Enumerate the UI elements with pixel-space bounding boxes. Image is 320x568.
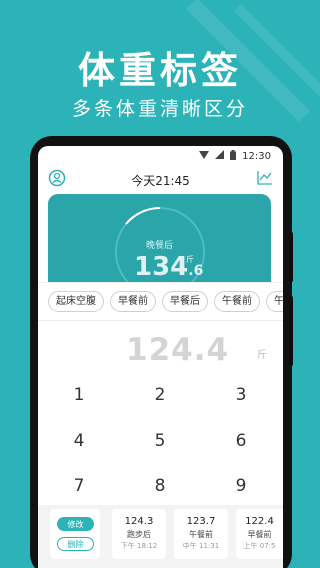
record-time: 上午 07:5 xyxy=(243,542,276,550)
card-weight-unit: 斤 xyxy=(186,255,194,264)
status-bar: 12:30 xyxy=(38,146,283,166)
delete-button[interactable]: 删除 xyxy=(57,537,94,551)
signal-icon xyxy=(215,150,225,162)
battery-icon xyxy=(230,149,237,163)
tag-chip[interactable]: 早餐后 xyxy=(162,291,208,312)
record-weight: 122.4 xyxy=(245,516,274,527)
record-weight: 124.3 xyxy=(124,516,154,527)
keypad-key-6[interactable]: 6 xyxy=(221,426,261,456)
record-meal: 早餐前 xyxy=(247,530,272,539)
record-meal: 午餐前 xyxy=(189,530,213,539)
tag-chip[interactable]: 午 xyxy=(266,291,283,312)
record-strip: 修改 删除 124.3 跑步后 下午 18:12 123.7 午餐前 中午 11… xyxy=(38,505,283,568)
status-time: 12:30 xyxy=(242,150,271,162)
keypad-key-9[interactable]: 9 xyxy=(221,471,261,501)
app-bar: 今天21:45 xyxy=(38,166,283,194)
card-meal-label: 晚餐后 xyxy=(145,241,173,251)
promo-title: 体重标签 xyxy=(78,49,242,92)
trend-icon[interactable] xyxy=(257,170,273,189)
tag-chip[interactable]: 起床空腹 xyxy=(48,291,104,312)
record-item[interactable]: 122.4 早餐前 上午 07:5 xyxy=(236,509,283,559)
keypad-key-8[interactable]: 8 xyxy=(140,471,180,501)
promo-subtitle: 多条体重清晰区分 xyxy=(71,98,248,120)
record-item[interactable]: 123.7 午餐前 中午 11:31 xyxy=(174,509,228,559)
weight-entry-unit: 斤 xyxy=(257,350,267,361)
record-weight: 123.7 xyxy=(186,516,216,527)
wifi-icon xyxy=(199,150,210,162)
divider xyxy=(38,320,283,321)
weight-entry-value: 124.4 xyxy=(126,332,230,368)
card-weight-int: 134 xyxy=(134,252,189,282)
card-weight-decimal: .6 xyxy=(188,263,204,279)
phone-volume-button xyxy=(289,296,293,366)
keypad-key-4[interactable]: 4 xyxy=(59,426,99,456)
keypad-key-2[interactable]: 2 xyxy=(140,380,180,410)
keypad-key-1[interactable]: 1 xyxy=(59,380,99,410)
keypad-key-3[interactable]: 3 xyxy=(221,380,261,410)
tag-chip[interactable]: 早餐前 xyxy=(110,291,156,312)
record-time: 中午 11:31 xyxy=(182,542,220,550)
record-item[interactable]: 124.3 跑步后 下午 18:12 xyxy=(112,509,166,559)
phone-power-button xyxy=(289,232,293,282)
record-actions: 修改 删除 xyxy=(50,509,100,559)
record-time: 下午 18:12 xyxy=(120,542,158,550)
page-title: 今天21:45 xyxy=(131,174,190,188)
keypad-key-5[interactable]: 5 xyxy=(140,426,180,456)
weight-card: 晚餐后 134.6 斤 xyxy=(48,194,271,297)
record-meal: 跑步后 xyxy=(127,530,151,539)
tag-chip[interactable]: 午餐前 xyxy=(214,291,260,312)
edit-button[interactable]: 修改 xyxy=(57,517,94,531)
keypad-key-7[interactable]: 7 xyxy=(59,471,99,501)
tag-list: 起床空腹 早餐前 早餐后 午餐前 午 xyxy=(48,291,283,313)
